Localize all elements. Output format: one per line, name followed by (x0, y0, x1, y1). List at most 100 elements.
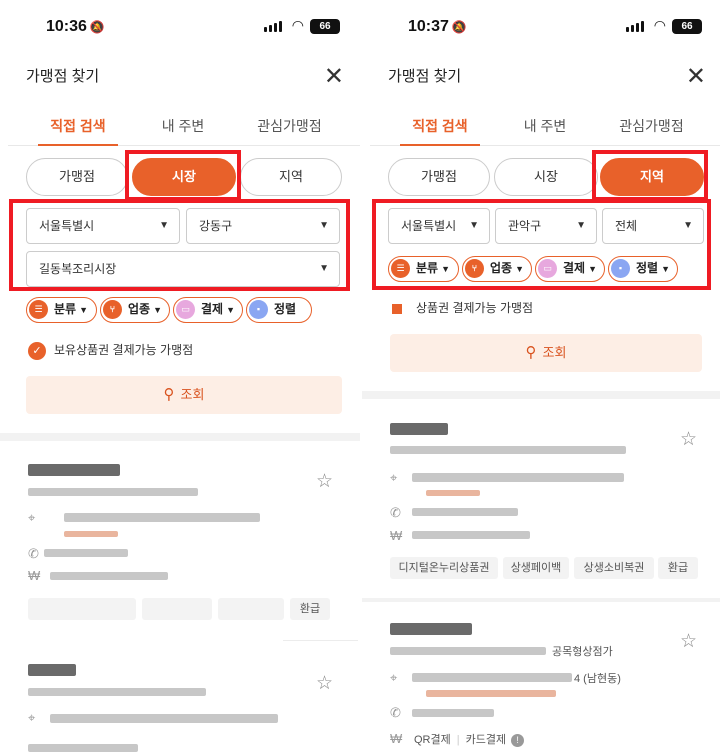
close-icon[interactable]: ✕ (324, 62, 344, 92)
wifi-icon: ◠ (291, 17, 304, 33)
segment-market[interactable]: 시장 (494, 158, 598, 196)
filter-sort[interactable]: ▪ 정렬 ▼ (608, 256, 678, 282)
blurred-merchant-name (390, 623, 472, 635)
blurred-text (28, 488, 198, 496)
chevron-down-icon: ▼ (79, 305, 89, 315)
tab-nearby[interactable]: 내 주변 (148, 112, 218, 146)
filter-business-type-label: 업종 (128, 302, 151, 316)
chevron-down-icon: ▼ (226, 305, 236, 315)
district-select-value: 관악구 (508, 219, 542, 233)
header: 가맹점 찾기 ✕ (388, 62, 706, 92)
mute-bell-icon: 🔕 (89, 20, 105, 34)
info-icon[interactable]: ! (511, 734, 525, 747)
blurred-address (412, 673, 572, 682)
filter-business-type-label: 업종 (490, 261, 513, 275)
page-title: 가맹점 찾기 (26, 68, 100, 85)
address-tail: 4 (남현동) (574, 673, 621, 685)
tag-refund: 환급 (658, 557, 698, 579)
search-button[interactable]: ⚲ 조회 (390, 334, 702, 372)
search-button[interactable]: ⚲ 조회 (26, 376, 342, 414)
district-select[interactable]: 강동구 ▼ (186, 208, 340, 244)
tab-direct-search[interactable]: 직접 검색 (38, 112, 118, 146)
blurred-phone (44, 549, 128, 557)
chevron-down-icon: ▼ (319, 263, 329, 274)
chevron-down-icon: ▼ (661, 264, 671, 274)
filter-category[interactable]: ☰ 분류 ▼ (26, 297, 97, 323)
market-select[interactable]: 길동복조리시장 ▼ (26, 251, 340, 287)
chevron-down-icon: ▼ (588, 264, 598, 274)
page-title: 가맹점 찾기 (388, 68, 462, 85)
filter-business-type[interactable]: ⑂ 업종 ▼ (462, 256, 532, 282)
tag-refund: 환급 (290, 598, 330, 620)
segment-market[interactable]: 시장 (132, 158, 236, 196)
tab-nearby[interactable]: 내 주변 (510, 112, 580, 146)
close-icon[interactable]: ✕ (686, 62, 706, 92)
left-screen: 10:36 🔕 ◠ 66 가맹점 찾기 ✕ 직접 검색 내 주변 관심가맹점 가맹… (0, 0, 360, 755)
battery-icon: 66 (672, 19, 702, 34)
filter-category-label: 분류 (416, 261, 439, 275)
blurred-text (64, 531, 118, 537)
blurred-merchant-name (28, 664, 76, 676)
section-divider (362, 598, 720, 602)
market-select-value: 길동복조리시장 (39, 262, 117, 276)
chevron-down-icon: ▼ (576, 220, 586, 231)
chevron-down-icon: ▼ (153, 305, 163, 315)
city-select[interactable]: 서울특별시 ▼ (26, 208, 180, 244)
filter-payment[interactable]: ▭ 결제 ▼ (535, 256, 605, 282)
star-icon[interactable]: ☆ (316, 470, 333, 493)
address-tail-text: 공목형상점가 (552, 646, 613, 658)
status-bar: 10:36 🔕 ◠ 66 (0, 0, 360, 52)
tag-digital-onnuri: 디지털온누리상품권 (390, 557, 498, 579)
filter-payment[interactable]: ▭ 결제 ▼ (173, 297, 243, 323)
city-select[interactable]: 서울특별시 ▼ (388, 208, 490, 244)
filter-sort-label: 정렬 (636, 261, 659, 275)
checkbox-label: 보유상품권 결제가능 가맹점 (54, 343, 194, 357)
dong-select[interactable]: 전체 ▼ (602, 208, 704, 244)
battery-icon: 66 (310, 19, 340, 34)
star-icon[interactable]: ☆ (680, 428, 697, 451)
cellular-signal-icon (264, 21, 282, 32)
status-time: 10:37 🔕 (408, 18, 467, 35)
location-pin-icon: ⌖ (28, 510, 36, 525)
won-icon: ₩ (390, 731, 403, 746)
won-icon: ₩ (390, 528, 403, 543)
district-select-value: 강동구 (199, 219, 233, 233)
checkbox-label: 상품권 결제가능 가맹점 (416, 301, 534, 315)
blurred-payment (50, 572, 168, 580)
owned-voucher-checkbox[interactable]: ✓ 보유상품권 결제가능 가맹점 (28, 340, 193, 360)
blurred-text (390, 446, 626, 454)
mute-bell-icon: 🔕 (451, 20, 467, 34)
district-select[interactable]: 관악구 ▼ (495, 208, 597, 244)
filter-sort-label: 정렬 (274, 302, 297, 316)
tab-bar: 직접 검색 내 주변 관심가맹점 (370, 112, 720, 146)
filter-sort[interactable]: ▪ 정렬 (246, 297, 312, 323)
tab-favorites[interactable]: 관심가맹점 (242, 112, 337, 146)
segment-region[interactable]: 지역 (240, 158, 342, 196)
tab-favorites[interactable]: 관심가맹점 (604, 112, 699, 146)
blurred-address (50, 714, 278, 723)
chevron-down-icon: ▼ (441, 264, 451, 274)
owned-voucher-checkbox[interactable]: 상품권 결제가능 가맹점 (392, 298, 533, 318)
section-divider (0, 433, 360, 441)
filter-category[interactable]: ☰ 분류 ▼ (388, 256, 459, 282)
list-icon: ☰ (29, 300, 48, 319)
city-select-value: 서울특별시 (39, 219, 95, 233)
location-pin-icon: ⌖ (390, 670, 398, 685)
filter-business-type[interactable]: ⑂ 업종 ▼ (100, 297, 170, 323)
city-select-value: 서울특별시 (401, 219, 457, 233)
right-screen: 10:37 🔕 ◠ 66 가맹점 찾기 ✕ 직접 검색 내 주변 관심가맹점 가맹… (362, 0, 720, 755)
wifi-icon: ◠ (653, 17, 666, 33)
list-icon: ☰ (391, 259, 410, 278)
tab-direct-search[interactable]: 직접 검색 (400, 112, 480, 146)
segment-merchant[interactable]: 가맹점 (26, 158, 128, 196)
phone-icon: ✆ (28, 546, 39, 561)
filter-payment-label: 결제 (563, 261, 586, 275)
check-icon: ✓ (28, 341, 46, 360)
star-icon[interactable]: ☆ (680, 630, 697, 653)
segment-merchant[interactable]: 가맹점 (388, 158, 490, 196)
blurred-tag (218, 598, 284, 620)
segment-region[interactable]: 지역 (600, 158, 704, 196)
payment-methods: QR결제 | 카드결제! (414, 731, 525, 747)
star-icon[interactable]: ☆ (316, 672, 333, 695)
chevron-down-icon: ▼ (319, 220, 329, 231)
